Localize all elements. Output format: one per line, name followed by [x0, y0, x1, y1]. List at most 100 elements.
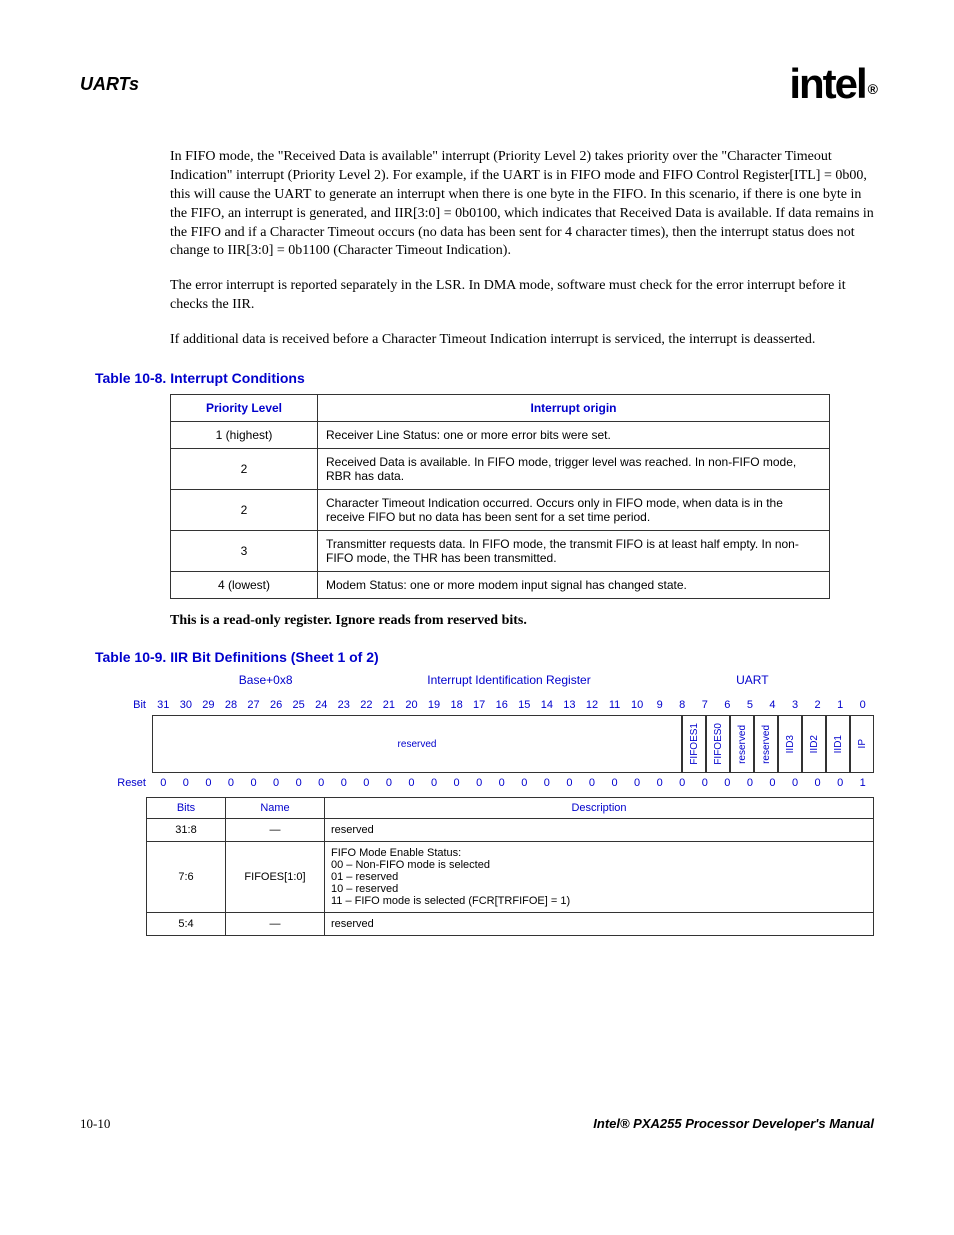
- table-row: 2Received Data is available. In FIFO mod…: [171, 449, 830, 490]
- col-name: Name: [226, 798, 325, 819]
- reset-value: 0: [220, 775, 243, 791]
- bit-number: 10: [626, 697, 649, 713]
- field-ip: IP: [850, 715, 874, 773]
- bit-number: 19: [423, 697, 446, 713]
- bit-number: 21: [378, 697, 401, 713]
- reset-value: 0: [242, 775, 265, 791]
- bit-number: 29: [197, 697, 220, 713]
- bit-number: 22: [355, 697, 378, 713]
- col-priority: Priority Level: [171, 395, 318, 422]
- reset-value: 0: [333, 775, 356, 791]
- reg-name: Interrupt Identification Register: [387, 673, 630, 687]
- bit-number: 23: [333, 697, 356, 713]
- bit-number: 30: [175, 697, 198, 713]
- reset-value: 1: [851, 775, 874, 791]
- readonly-note: This is a read-only register. Ignore rea…: [170, 613, 874, 629]
- reg-offset: Base+0x8: [144, 673, 387, 687]
- bit-number: 1: [829, 697, 852, 713]
- reset-value: 0: [423, 775, 446, 791]
- reset-value: 0: [784, 775, 807, 791]
- reset-value: 0: [603, 775, 626, 791]
- table-row: 2Character Timeout Indication occurred. …: [171, 490, 830, 531]
- reset-value: 0: [513, 775, 536, 791]
- bit-number: 31: [152, 697, 175, 713]
- reset-value: 0: [716, 775, 739, 791]
- reg-block: UART: [631, 673, 874, 687]
- field-iid2: IID2: [802, 715, 826, 773]
- reset-value: 0: [490, 775, 513, 791]
- section-heading: UARTs: [80, 74, 139, 95]
- bit-number: 4: [761, 697, 784, 713]
- reset-value: 0: [265, 775, 288, 791]
- reset-value: 0: [445, 775, 468, 791]
- reset-value: 0: [829, 775, 852, 791]
- page-number: 10-10: [80, 1116, 110, 1132]
- register-diagram: Base+0x8 Interrupt Identification Regist…: [110, 673, 874, 936]
- bit-number: 13: [558, 697, 581, 713]
- reset-value: 0: [581, 775, 604, 791]
- bit-number: 6: [716, 697, 739, 713]
- bit-number: 27: [242, 697, 265, 713]
- table-row: 1 (highest)Receiver Line Status: one or …: [171, 422, 830, 449]
- reset-value: 0: [694, 775, 717, 791]
- col-origin: Interrupt origin: [318, 395, 830, 422]
- bit-number: 7: [694, 697, 717, 713]
- paragraph-1: In FIFO mode, the "Received Data is avai…: [170, 148, 874, 261]
- field-fifoes1: FIFOES1: [682, 715, 706, 773]
- bit-number: 15: [513, 697, 536, 713]
- table-10-8-caption: Table 10-8. Interrupt Conditions: [95, 370, 874, 386]
- bit-number: 0: [851, 697, 874, 713]
- reset-value: 0: [558, 775, 581, 791]
- bit-number: 3: [784, 697, 807, 713]
- bit-number: 2: [806, 697, 829, 713]
- bit-definitions-table: Bits Name Description 31:8 — reserved 7:…: [146, 797, 874, 936]
- bit-number: 20: [400, 697, 423, 713]
- reset-value: 0: [378, 775, 401, 791]
- bit-number: 5: [739, 697, 762, 713]
- bit-number: 28: [220, 697, 243, 713]
- reset-value: 0: [355, 775, 378, 791]
- col-description: Description: [325, 798, 874, 819]
- bit-number: 8: [671, 697, 694, 713]
- bit-number: 11: [603, 697, 626, 713]
- col-bits: Bits: [147, 798, 226, 819]
- bit-number: 16: [490, 697, 513, 713]
- reset-value: 0: [468, 775, 491, 791]
- reset-value: 0: [671, 775, 694, 791]
- bit-label: Bit: [110, 699, 152, 711]
- bit-number: 9: [648, 697, 671, 713]
- bit-number: 12: [581, 697, 604, 713]
- paragraph-3: If additional data is received before a …: [170, 331, 874, 350]
- bit-number: 25: [287, 697, 310, 713]
- bit-number: 18: [445, 697, 468, 713]
- bit-number: 17: [468, 697, 491, 713]
- field-iid3: IID3: [778, 715, 802, 773]
- field-reserved-5: reserved: [730, 715, 754, 773]
- paragraph-2: The error interrupt is reported separate…: [170, 277, 874, 315]
- reset-value: 0: [536, 775, 559, 791]
- table-row: 31:8 — reserved: [147, 819, 874, 842]
- reset-label: Reset: [110, 777, 152, 789]
- table-row: 7:6 FIFOES[1:0] FIFO Mode Enable Status:…: [147, 842, 874, 913]
- intel-logo: intel®: [789, 60, 874, 108]
- interrupt-conditions-table: Priority Level Interrupt origin 1 (highe…: [170, 394, 830, 599]
- reset-value: 0: [400, 775, 423, 791]
- bit-number: 24: [310, 697, 333, 713]
- reset-value: 0: [806, 775, 829, 791]
- reset-value: 0: [175, 775, 198, 791]
- field-fifoes0: FIFOES0: [706, 715, 730, 773]
- reset-value: 0: [739, 775, 762, 791]
- table-row: 4 (lowest)Modem Status: one or more mode…: [171, 572, 830, 599]
- bit-number: 26: [265, 697, 288, 713]
- table-row: 3Transmitter requests data. In FIFO mode…: [171, 531, 830, 572]
- reset-value: 0: [287, 775, 310, 791]
- reset-value: 0: [648, 775, 671, 791]
- reset-value: 0: [626, 775, 649, 791]
- footer-title: Intel® PXA255 Processor Developer's Manu…: [593, 1116, 874, 1132]
- reset-value: 0: [152, 775, 175, 791]
- reset-value: 0: [310, 775, 333, 791]
- field-reserved-4: reserved: [754, 715, 778, 773]
- table-row: 5:4 — reserved: [147, 913, 874, 936]
- table-10-9-caption: Table 10-9. IIR Bit Definitions (Sheet 1…: [95, 649, 874, 665]
- field-reserved: reserved: [152, 715, 682, 773]
